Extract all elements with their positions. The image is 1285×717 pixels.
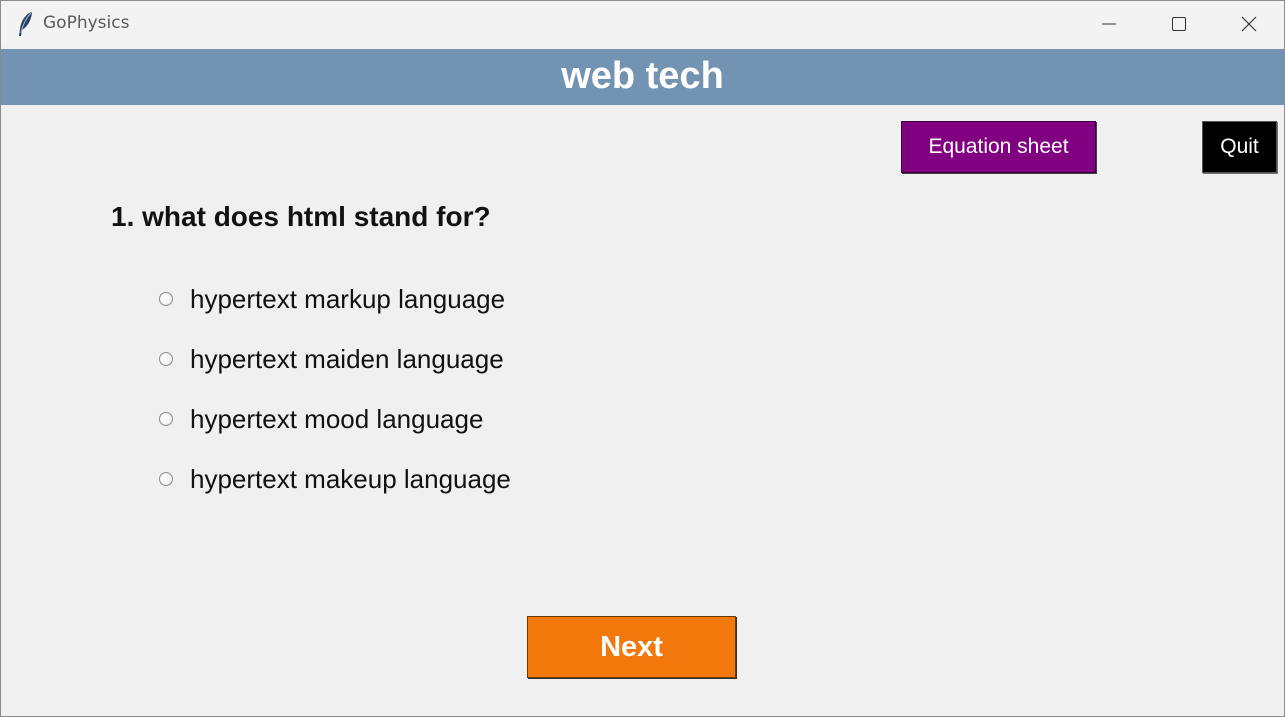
page-title: web tech [561, 55, 724, 97]
quit-button[interactable]: Quit [1202, 121, 1277, 173]
header-banner: web tech [1, 49, 1284, 105]
option-4[interactable]: hypertext makeup language [159, 461, 579, 497]
option-3[interactable]: hypertext mood language [159, 401, 579, 437]
option-label: hypertext makeup language [190, 463, 511, 494]
maximize-icon [1172, 17, 1186, 31]
option-label: hypertext maiden language [190, 343, 504, 374]
radio-button[interactable] [159, 352, 173, 366]
option-label: hypertext mood language [190, 403, 484, 434]
title-bar: GoPhysics [1, 1, 1284, 47]
app-window: GoPhysics web tech Equation sheet Quit 1… [0, 0, 1285, 717]
next-button[interactable]: Next [527, 616, 736, 678]
maximize-button[interactable] [1144, 1, 1214, 47]
feather-icon [16, 11, 36, 37]
radio-button[interactable] [159, 292, 173, 306]
minimize-icon [1102, 23, 1116, 25]
radio-button[interactable] [159, 412, 173, 426]
option-1[interactable]: hypertext markup language [159, 281, 579, 317]
equation-sheet-button[interactable]: Equation sheet [901, 121, 1096, 173]
close-button[interactable] [1214, 1, 1284, 47]
minimize-button[interactable] [1074, 1, 1144, 47]
window-title: GoPhysics [43, 13, 130, 33]
option-label: hypertext markup language [190, 283, 506, 314]
option-2[interactable]: hypertext maiden language [159, 341, 579, 377]
question-text: 1. what does html stand for? [111, 201, 491, 232]
close-icon [1241, 16, 1257, 32]
radio-button[interactable] [159, 472, 173, 486]
